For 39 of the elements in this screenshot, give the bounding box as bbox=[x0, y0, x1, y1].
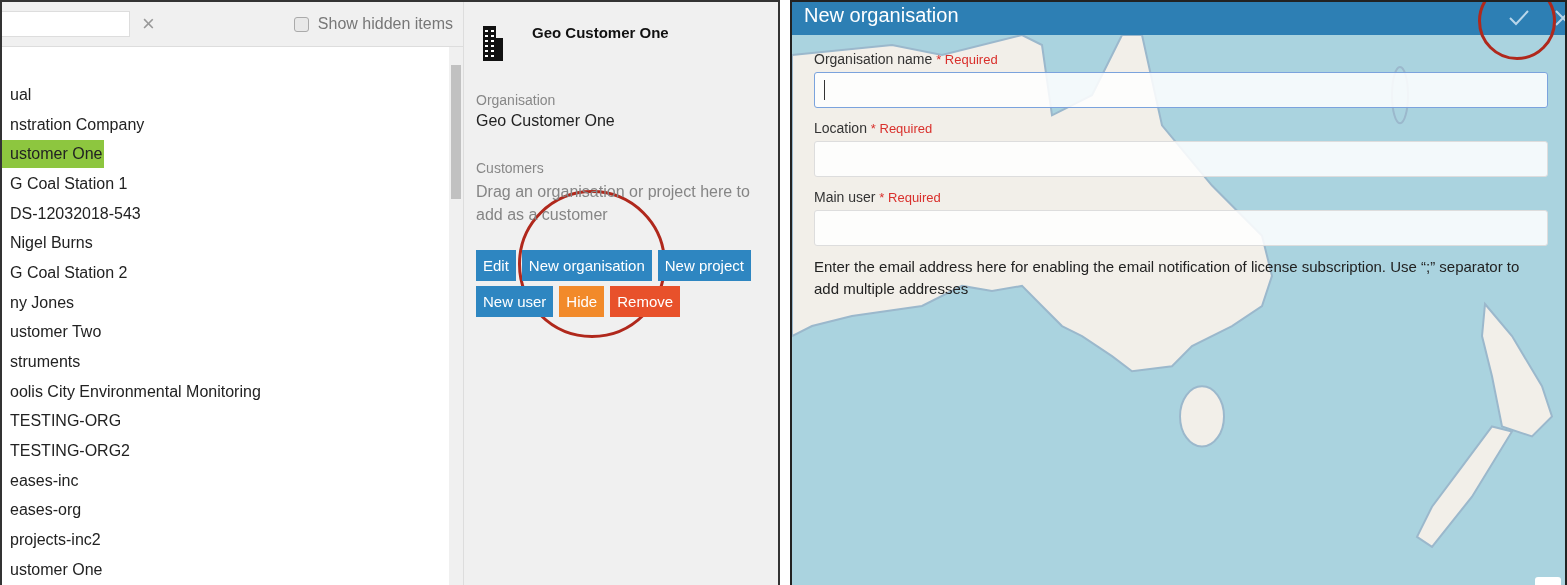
organisation-item[interactable]: Nigel Burns bbox=[2, 229, 95, 258]
show-hidden-label: Show hidden items bbox=[317, 15, 453, 33]
organisation-item[interactable]: ustomer One bbox=[2, 140, 105, 169]
scrollbar-thumb[interactable] bbox=[451, 65, 461, 199]
organisation-item[interactable]: TESTING-ORG bbox=[2, 407, 124, 436]
organisation-item[interactable]: eases-inc bbox=[2, 466, 81, 495]
input-field[interactable] bbox=[814, 72, 1548, 108]
type-label: Organisation bbox=[476, 92, 557, 108]
organisation-item[interactable]: ny Jones bbox=[2, 288, 77, 317]
organisation-item[interactable]: ustomer One bbox=[2, 555, 105, 584]
search-field[interactable] bbox=[2, 11, 130, 37]
action-button[interactable]: Remove bbox=[610, 286, 681, 317]
show-hidden-checkbox[interactable] bbox=[293, 16, 309, 32]
scrollbar[interactable] bbox=[449, 47, 463, 585]
organisation-item[interactable]: DS-12032018-543 bbox=[2, 199, 143, 228]
organisation-item[interactable]: G Coal Station 1 bbox=[2, 169, 130, 198]
organisation-item[interactable]: eases-org bbox=[2, 496, 84, 525]
action-button[interactable]: New organisation bbox=[521, 250, 652, 281]
type-value: Geo Customer One bbox=[476, 112, 616, 130]
dialog-title: New organisation bbox=[803, 3, 960, 27]
field-label: Main user * Required bbox=[814, 189, 942, 205]
action-button[interactable]: New project bbox=[657, 250, 751, 281]
building-icon bbox=[482, 24, 504, 62]
action-button[interactable]: New user bbox=[476, 286, 554, 317]
organisation-item[interactable]: nstration Company bbox=[2, 110, 147, 139]
organisation-item[interactable]: struments bbox=[2, 348, 83, 377]
organisation-item[interactable]: projects-inc2 bbox=[2, 526, 103, 555]
customers-label: Customers bbox=[476, 160, 545, 176]
field-label: Organisation name * Required bbox=[814, 51, 999, 67]
organisation-item[interactable]: ual bbox=[2, 80, 34, 109]
action-button[interactable]: Edit bbox=[476, 250, 516, 281]
check-icon[interactable] bbox=[1509, 10, 1529, 26]
organisation-item[interactable]: oolis City Environmental Monitoring bbox=[2, 377, 263, 406]
help-text: Enter the email address here for enabling the email notification of license subscription. Use “;” separator to add multiple addresses bbox=[814, 257, 1521, 299]
field-label: Location * Required bbox=[814, 120, 934, 136]
organisation-item[interactable]: TESTING-ORG2 bbox=[2, 437, 132, 466]
organisation-item[interactable]: ustomer Two bbox=[2, 318, 104, 347]
organisation-item[interactable]: G Coal Station 2 bbox=[2, 258, 130, 287]
organisation-title: Geo Customer One bbox=[532, 23, 669, 41]
